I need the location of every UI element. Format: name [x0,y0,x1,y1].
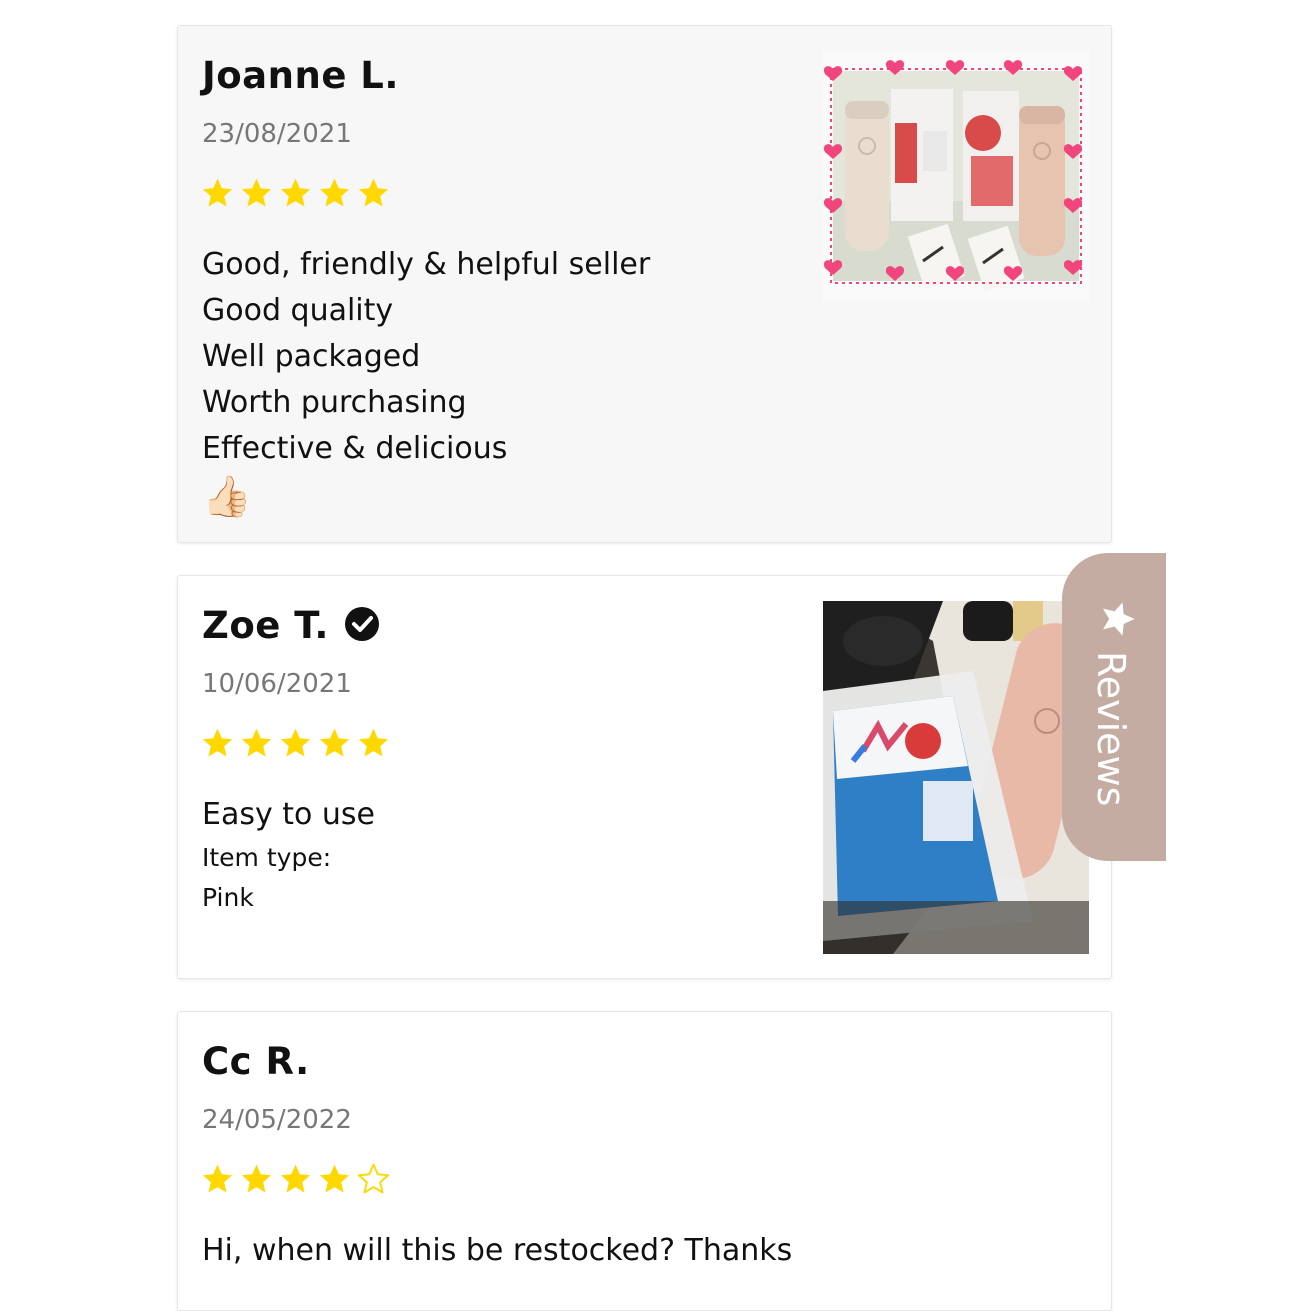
star-filled-icon [358,178,389,207]
star-rating [200,1162,391,1197]
star-rating [200,176,391,211]
review-body: Good, friendly & helpful seller Good qua… [202,242,650,522]
star-filled-icon [358,728,389,757]
review-text: Easy to use [202,797,376,832]
review-card: Joanne L. 23/08/2021 Good, friendly & he… [177,25,1112,543]
review-date: 23/08/2021 [202,119,352,149]
review-line: Effective & delicious [202,431,508,466]
star-filled-icon [319,178,350,207]
verified-badge-icon [344,606,379,641]
review-line: Well packaged [202,339,421,374]
star-empty-icon [357,1163,390,1194]
review-photo[interactable] [823,51,1089,301]
star-filled-icon [319,728,350,757]
reviews-tab-label: Reviews [1089,651,1133,807]
item-type-value: Pink [202,883,254,912]
review-body: Easy to use Item type: Pink [202,792,375,918]
reviewer-name-text: Zoe T. [202,604,329,647]
review-line: Good quality [202,293,394,328]
star-filled-icon [241,1164,272,1193]
star-filled-icon [280,728,311,757]
star-filled-icon [241,728,272,757]
reviewer-name: Joanne L. [202,54,399,97]
star-filled-icon [202,728,233,757]
star-icon [1103,602,1135,636]
star-filled-icon [319,1164,350,1193]
review-line: Good, friendly & helpful seller [202,247,651,282]
star-rating [200,726,391,761]
review-date: 24/05/2022 [202,1105,352,1135]
star-filled-icon [280,178,311,207]
review-date: 10/06/2021 [202,669,352,699]
review-photo[interactable] [823,601,1089,954]
star-filled-icon [241,178,272,207]
review-card: Zoe T. 10/06/2021 Easy to use Item type:… [177,575,1112,979]
thumbs-up-icon: 👍🏻 [202,474,252,520]
reviews-tab-button[interactable]: Reviews [1062,553,1166,861]
star-filled-icon [202,1164,233,1193]
review-photo-image [823,601,1089,954]
item-type-label: Item type: [202,843,332,872]
review-text: Hi, when will this be restocked? Thanks [202,1233,793,1268]
star-filled-icon [280,1164,311,1193]
star-filled-icon [202,178,233,207]
reviewer-name: Cc R. [202,1040,310,1083]
review-card: Cc R. 24/05/2022 Hi, when will this be r… [177,1011,1112,1311]
review-line: Worth purchasing [202,385,467,420]
review-photo-image [823,60,1083,292]
reviewer-name: Zoe T. [202,604,379,647]
